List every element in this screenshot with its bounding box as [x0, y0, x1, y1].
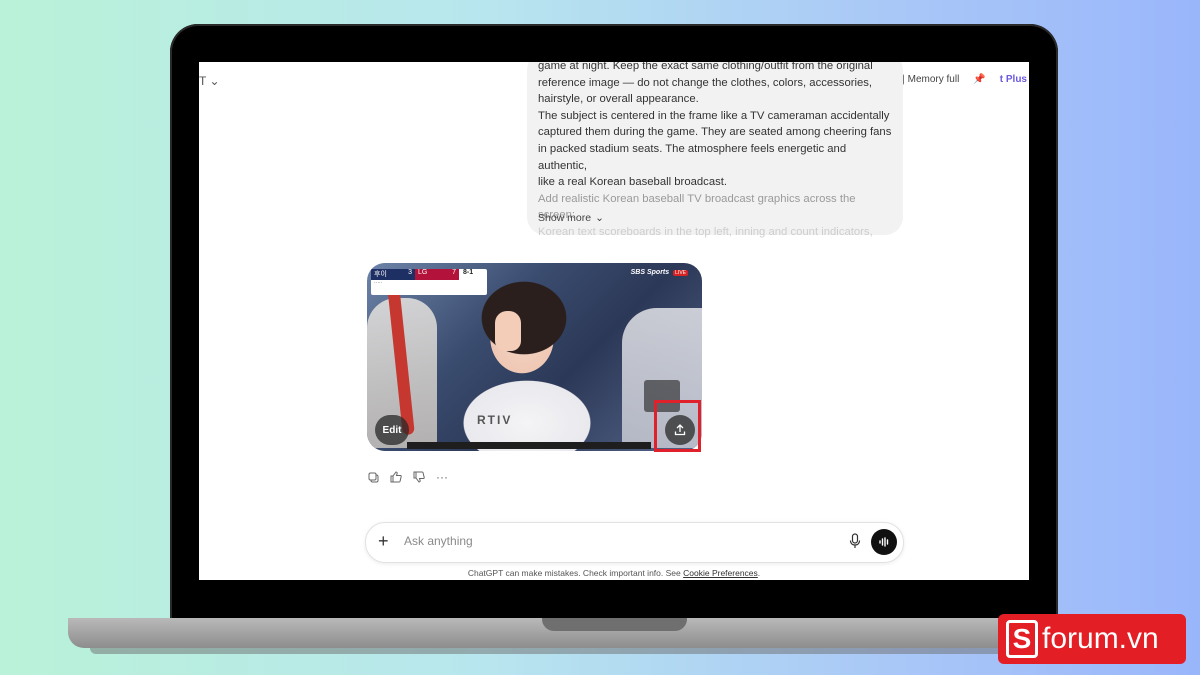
chevron-down-icon: ⌄ [209, 74, 220, 88]
team1-score: 3 [408, 269, 412, 276]
thumbs-up-icon [390, 471, 402, 483]
pin-icon[interactable]: 📌 [973, 74, 985, 85]
chevron-down-icon: ⌄ [595, 212, 604, 225]
copy-button[interactable] [367, 471, 379, 483]
scoreboard-team2: LG 7 [415, 269, 459, 280]
scoreboard-subline: ····· [374, 280, 383, 286]
laptop-base-shadow [90, 648, 1130, 654]
dictate-button[interactable] [849, 533, 863, 551]
message-line: like a real Korean baseball broadcast. [538, 176, 728, 189]
plus-upgrade-link[interactable]: t Plus [1000, 74, 1027, 85]
message-actions: ··· [367, 470, 448, 484]
message-line: captured them during the game. They are … [538, 126, 892, 139]
chat-window: T ⌄ Memory full 📌 t Plus game at night. … [199, 62, 1029, 580]
disclaimer: ChatGPT can make mistakes. Check importa… [199, 568, 1029, 578]
forum-s-logo: S [1006, 620, 1038, 658]
header-actions: Memory full 📌 t Plus [892, 74, 1027, 85]
copy-icon [368, 472, 378, 482]
microphone-icon [849, 533, 861, 548]
model-switcher-label: T [199, 74, 207, 88]
more-options-button[interactable]: ··· [436, 470, 448, 484]
broadcast-ticker [407, 442, 651, 449]
peace-sign-hand [495, 311, 521, 351]
red-highlight-box [654, 400, 701, 452]
channel-name: SBS Sports [630, 269, 670, 276]
voice-mode-button[interactable] [871, 529, 897, 555]
message-line: The subject is centered in the frame lik… [538, 109, 890, 122]
ellipsis-icon: ··· [436, 470, 448, 484]
team1-name: 후이 [374, 271, 387, 278]
generated-image[interactable]: 후이 3 LG 7 8-1 ····· SBS Sports LIVE RTIV… [367, 263, 702, 451]
disclaimer-text: ChatGPT can make mistakes. Check importa… [467, 568, 681, 578]
chat-composer: + [365, 522, 904, 563]
thumbs-down-icon [413, 471, 425, 483]
thumbs-up-button[interactable] [390, 471, 402, 483]
channel-logo: SBS Sports LIVE [631, 269, 688, 276]
waveform-icon [879, 537, 889, 547]
message-line: hairstyle, or overall appearance. [538, 93, 699, 106]
edit-image-button[interactable]: Edit [375, 415, 409, 445]
thumbs-down-button[interactable] [413, 471, 425, 483]
forum-text: forum.vn [1042, 622, 1159, 655]
scoreboard-team1: 후이 3 [371, 269, 415, 280]
show-more-label: Show more [538, 212, 592, 225]
message-line: game at night. Keep the exact same cloth… [538, 62, 873, 72]
message-line: reference image — do not change the clot… [538, 76, 873, 89]
scoreboard-inning: 8-1 [463, 269, 474, 276]
forum-logo: S forum.vn [998, 614, 1186, 664]
disclaimer-period: . [757, 568, 761, 578]
show-more-button[interactable]: Show more ⌄ [538, 210, 604, 227]
broadcast-scoreboard: 후이 3 LG 7 8-1 ····· [371, 269, 487, 295]
add-attachment-button[interactable]: + [378, 532, 389, 550]
user-message-bubble: game at night. Keep the exact same cloth… [527, 62, 903, 238]
model-switcher[interactable]: T ⌄ [199, 74, 220, 88]
team2-name: LG [418, 269, 428, 276]
cookie-preferences-link[interactable]: Cookie Preferences [683, 568, 758, 578]
ask-input[interactable] [402, 533, 826, 549]
laptop-notch [542, 618, 687, 631]
team2-score: 7 [452, 269, 456, 276]
live-badge: LIVE [673, 269, 688, 276]
memory-label: Memory full [907, 74, 960, 85]
jersey-text: RTIV [477, 413, 513, 427]
message-line: in packed stadium seats. The atmosphere … [538, 142, 847, 172]
